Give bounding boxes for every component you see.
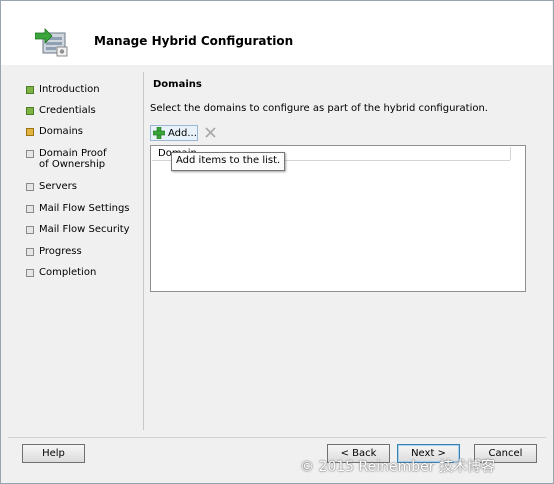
- add-button-label: Add...: [168, 127, 197, 139]
- step-mail-flow-security: Mail Flow Security: [26, 224, 139, 235]
- step-complete-icon: [26, 86, 34, 94]
- step-pending-icon: [26, 183, 34, 191]
- step-label: Introduction: [39, 84, 100, 95]
- column-separator: [510, 147, 511, 160]
- step-label: Completion: [39, 267, 97, 278]
- step-progress: Progress: [26, 246, 119, 257]
- add-button[interactable]: Add...: [150, 125, 198, 141]
- step-domains: Domains: [26, 126, 119, 137]
- step-label: Domains: [39, 126, 84, 137]
- step-completion: Completion: [26, 267, 119, 278]
- step-pending-icon: [26, 269, 34, 277]
- step-pending-icon: [26, 150, 34, 158]
- step-label: Servers: [39, 181, 78, 192]
- step-servers: Servers: [26, 181, 119, 192]
- footer-divider: [8, 437, 546, 438]
- step-domain-proof-of-ownership: Domain Proof of Ownership: [26, 148, 119, 170]
- help-button[interactable]: Help: [22, 444, 85, 463]
- step-pending-icon: [26, 226, 34, 234]
- instruction-text: Select the domains to configure as part …: [150, 103, 488, 114]
- add-tooltip: Add items to the list.: [171, 152, 286, 171]
- step-label: Progress: [39, 246, 82, 257]
- section-title: Domains: [153, 79, 202, 90]
- step-pending-icon: [26, 248, 34, 256]
- step-label: Mail Flow Security: [39, 224, 130, 235]
- wizard-header: Manage Hybrid Configuration: [1, 1, 552, 65]
- step-current-icon: [26, 128, 34, 136]
- step-mail-flow-settings: Mail Flow Settings: [26, 203, 139, 214]
- step-complete-icon: [26, 107, 34, 115]
- step-introduction: Introduction: [26, 84, 119, 95]
- watermark: © 2015 Reinember 技术博客: [300, 459, 495, 475]
- add-icon: [153, 127, 165, 139]
- page-title: Manage Hybrid Configuration: [94, 34, 294, 48]
- step-label: Credentials: [39, 105, 96, 116]
- step-label: Mail Flow Settings: [39, 203, 130, 214]
- delete-icon[interactable]: [204, 126, 217, 139]
- hybrid-configuration-icon: [35, 28, 68, 57]
- step-label: Domain Proof of Ownership: [39, 148, 107, 170]
- step-pending-icon: [26, 205, 34, 213]
- step-credentials: Credentials: [26, 105, 119, 116]
